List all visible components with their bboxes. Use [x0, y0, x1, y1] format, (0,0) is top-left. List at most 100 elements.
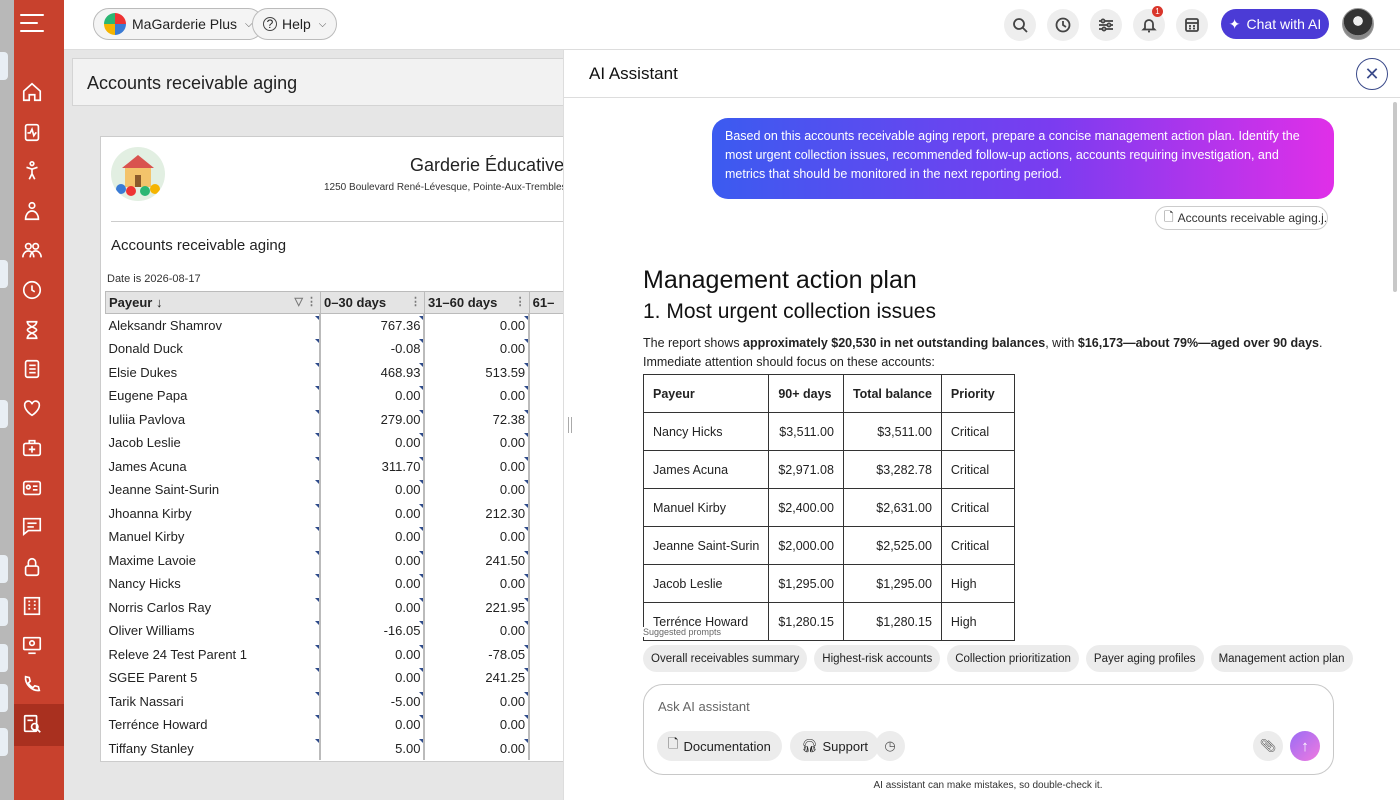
table-row[interactable]: Maxime Lavoie 0.00 241.50	[105, 548, 569, 572]
payeur-cell: Aleksandr Shamrov	[105, 313, 322, 337]
suggested-prompt-chip[interactable]: Collection prioritization	[947, 645, 1079, 672]
amount-0-30-cell: -5.00	[320, 689, 426, 713]
table-row[interactable]: Releve 24 Test Parent 1 0.00 -78.05	[105, 642, 569, 666]
filter-icon[interactable]: ▽ ⋮	[294, 295, 317, 308]
table-row[interactable]: Iuliia Pavlova 279.00 72.38	[105, 407, 569, 431]
column-header-payeur[interactable]: Payeur ↓ ▽ ⋮	[105, 291, 321, 314]
history-button[interactable]	[1047, 9, 1079, 41]
home-icon[interactable]	[20, 80, 44, 104]
table-row[interactable]: Jeanne Saint-Surin 0.00 0.00	[105, 478, 569, 502]
table-row[interactable]: Terrénce Howard 0.00 0.00	[105, 713, 569, 737]
table-cell: $1,280.15	[842, 602, 942, 641]
amount-0-30-cell: 0.00	[320, 642, 426, 666]
calculator-button[interactable]	[1176, 9, 1208, 41]
child-icon[interactable]	[20, 159, 44, 183]
help-button[interactable]: ? Help ⌵	[252, 8, 338, 40]
amount-0-30-cell: 5.00	[320, 736, 426, 760]
table-row[interactable]: SGEE Parent 5 0.00 241.25	[105, 666, 569, 690]
report-search-icon[interactable]	[20, 712, 44, 736]
presentation-icon[interactable]	[20, 633, 44, 657]
scrollbar[interactable]	[1391, 98, 1399, 646]
table-row[interactable]: Tiffany Stanley 5.00 0.00	[105, 736, 569, 760]
suggested-prompt-chip[interactable]: Payer aging profiles	[1085, 645, 1204, 672]
documentation-button[interactable]: 🗋 Documentation	[657, 731, 782, 761]
table-cell: $2,525.00	[842, 526, 942, 565]
background-strip	[0, 0, 14, 800]
search-button[interactable]	[1004, 9, 1036, 41]
close-icon[interactable]: ✕	[1356, 58, 1388, 90]
table-row[interactable]: Jhoanna Kirby 0.00 212.30	[105, 501, 569, 525]
amount-31-60-cell: 0.00	[424, 337, 531, 361]
amount-31-60-cell: 0.00	[424, 572, 531, 596]
table-cell: Jeanne Saint-Surin	[643, 526, 770, 565]
attachment-chip[interactable]: 🗋 Accounts receivable aging.j...	[1155, 206, 1328, 230]
settings-sliders-button[interactable]	[1090, 9, 1122, 41]
building-icon[interactable]	[20, 594, 44, 618]
table-row[interactable]: Tarik Nassari -5.00 0.00	[105, 689, 569, 713]
amount-31-60-cell: 72.38	[424, 407, 531, 431]
table-header-cell: Priority	[940, 374, 1015, 413]
educator-icon[interactable]	[20, 199, 44, 223]
menu-icon[interactable]	[20, 14, 44, 36]
hourglass-icon[interactable]	[20, 318, 44, 342]
amount-31-60-cell: 0.00	[424, 313, 531, 337]
payeur-cell: Maxime Lavoie	[105, 548, 322, 572]
table-row[interactable]: Aleksandr Shamrov 767.36 0.00	[105, 313, 569, 337]
chat-with-ai-button[interactable]: ✦ Chat with AI	[1221, 9, 1329, 39]
table-row[interactable]: Nancy Hicks 0.00 0.00	[105, 572, 569, 596]
send-button[interactable]: ↑	[1290, 731, 1320, 761]
column-menu-icon[interactable]: ⋮	[410, 295, 421, 308]
column-header-31-60[interactable]: 31–60 days ⋮	[423, 291, 530, 314]
phone-icon[interactable]	[20, 672, 44, 696]
first-aid-icon[interactable]	[20, 436, 44, 460]
bell-icon	[1141, 19, 1157, 33]
amount-31-60-cell: 0.00	[424, 713, 531, 737]
lock-icon[interactable]	[20, 555, 44, 579]
column-header-0-30[interactable]: 0–30 days ⋮	[319, 291, 425, 314]
amount-31-60-cell: 212.30	[424, 501, 531, 525]
org-selector[interactable]: MaGarderie Plus ⌵	[93, 8, 264, 40]
top-bar: MaGarderie Plus ⌵ ? Help ⌵ 1 ✦ Chat with…	[64, 0, 1400, 50]
table-row[interactable]: Donald Duck -0.08 0.00	[105, 337, 569, 361]
table-row[interactable]: Jacob Leslie 0.00 0.00	[105, 431, 569, 455]
table-cell: Jacob Leslie	[643, 564, 770, 603]
table-row[interactable]: Oliver Williams -16.05 0.00	[105, 619, 569, 643]
suggested-prompt-chip[interactable]: Management action plan	[1210, 645, 1353, 672]
payeur-cell: Nancy Hicks	[105, 572, 322, 596]
app-sidebar	[0, 0, 64, 800]
ask-input[interactable]: Ask AI assistant	[658, 699, 750, 714]
ai-panel-header: AI Assistant ✕	[564, 50, 1400, 98]
group-icon[interactable]	[20, 238, 44, 262]
suggested-prompt-chip[interactable]: Highest-risk accounts	[814, 645, 941, 672]
table-row[interactable]: Norris Carlos Ray 0.00 221.95	[105, 595, 569, 619]
resize-handle[interactable]	[568, 417, 572, 433]
notification-badge: 1	[1152, 6, 1163, 17]
report-page: Garderie Éducative 1250 Boulevard René-L…	[100, 136, 570, 762]
clipboard-pulse-icon[interactable]	[20, 120, 44, 144]
message-icon[interactable]	[20, 514, 44, 538]
column-menu-icon[interactable]: ⋮	[515, 295, 526, 308]
attach-icon[interactable]: 📎︎	[1253, 731, 1283, 761]
notifications-button[interactable]: 1	[1133, 6, 1165, 41]
amount-0-30-cell: 279.00	[320, 407, 426, 431]
table-row[interactable]: Elsie Dukes 468.93 513.59	[105, 360, 569, 384]
id-card-icon[interactable]	[20, 476, 44, 500]
table-cell: Critical	[940, 526, 1015, 565]
amount-0-30-cell: 0.00	[320, 572, 426, 596]
support-label: Support	[822, 738, 869, 754]
table-row[interactable]: Manuel Kirby 0.00 0.00	[105, 525, 569, 549]
table-row[interactable]: James Acuna 311.70 0.00	[105, 454, 569, 478]
table-row[interactable]: Eugene Papa 0.00 0.00	[105, 384, 569, 408]
history-icon[interactable]: ◷	[875, 731, 905, 761]
suggested-prompt-chip[interactable]: Overall receivables summary	[643, 645, 808, 672]
checklist-icon[interactable]	[20, 357, 44, 381]
table-cell: $2,631.00	[842, 488, 942, 527]
support-button[interactable]: 🎧︎ Support	[790, 731, 880, 761]
table-row: Manuel Kirby $2,400.00 $2,631.00 Critical	[643, 488, 1015, 527]
heart-icon[interactable]	[20, 396, 44, 420]
clock-icon[interactable]	[20, 278, 44, 302]
org-logo-icon	[104, 13, 126, 35]
payeur-cell: Jeanne Saint-Surin	[105, 478, 322, 502]
amount-0-30-cell: 0.00	[320, 666, 426, 690]
user-avatar[interactable]	[1342, 8, 1374, 40]
